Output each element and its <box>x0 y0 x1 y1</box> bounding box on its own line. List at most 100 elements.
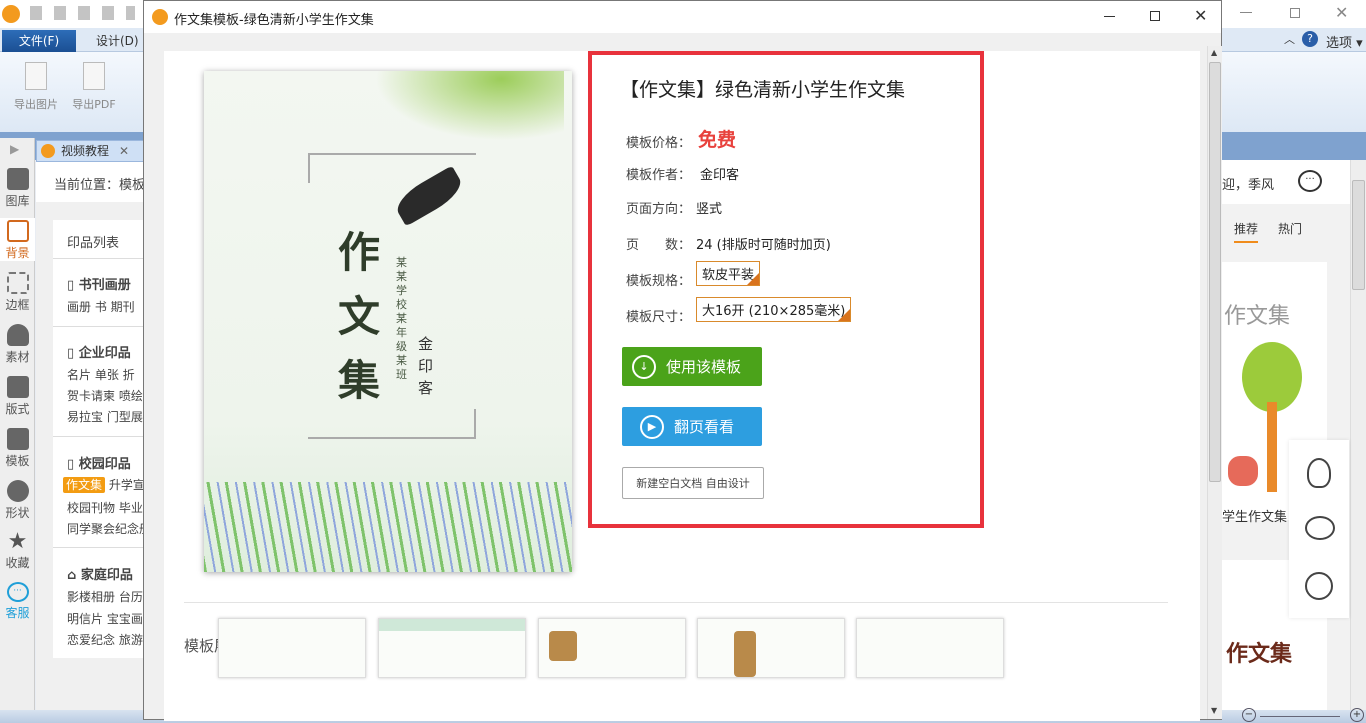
tab-recommended[interactable]: 推荐 <box>1234 220 1259 243</box>
export-image-button[interactable]: 导出图片 <box>8 60 64 112</box>
print-list-title: 印品列表 <box>67 236 120 251</box>
scroll-thumb[interactable] <box>1209 62 1221 482</box>
spec-option[interactable]: 软皮平装 <box>696 261 761 286</box>
section-books: ▯ 书刊画册 <box>67 278 131 293</box>
flip-preview-button[interactable]: ▶ 翻页看看 <box>622 407 762 446</box>
headset-icon[interactable] <box>1305 572 1333 600</box>
sidebar-label: 客服 <box>5 606 30 620</box>
sidebar-label: 素材 <box>5 350 30 364</box>
minimize-app-icon[interactable] <box>1240 12 1252 13</box>
sidebar-label: 图库 <box>5 194 30 208</box>
sidebar-label: 模板 <box>5 454 30 468</box>
sidebar-item-favorites[interactable]: ★ 收藏 <box>0 530 35 571</box>
showcase-thumbnail[interactable] <box>856 618 1004 678</box>
section-link[interactable]: 恋爱纪念 旅游 <box>67 631 143 648</box>
tag-composition-active[interactable]: 作文集 <box>63 477 106 493</box>
tab-popular[interactable]: 热门 <box>1278 220 1302 237</box>
sidebar-item-template[interactable]: 模板 <box>0 428 35 469</box>
sidebar-item-shape[interactable]: 形状 <box>0 480 35 521</box>
doc-tab-video-tutorial[interactable]: 视频教程 ✕ <box>36 140 144 162</box>
dialog-title-bar: 作文集模板-绿色清新小学生作文集 ✕ <box>144 1 1221 33</box>
sidebar-label: 收藏 <box>5 556 30 570</box>
star-icon: ★ <box>7 529 28 554</box>
sidebar-item-material[interactable]: 素材 <box>0 324 35 365</box>
section-link[interactable]: 同学聚会纪念册 <box>67 520 148 537</box>
current-location: 当前位置：模板 <box>36 162 146 202</box>
help-icon[interactable]: ? <box>1302 31 1318 47</box>
sidebar-label: 版式 <box>5 402 30 416</box>
welcome-text: 迎，季风 <box>1222 178 1275 193</box>
zoom-slider[interactable] <box>1260 716 1340 717</box>
image-file-icon <box>25 62 47 90</box>
zoom-in-icon[interactable]: + <box>1350 708 1364 722</box>
expand-icon[interactable]: ▶ <box>10 142 19 156</box>
use-template-label: 使用该模板 <box>666 358 742 376</box>
card-title: 作文集 <box>1226 642 1293 667</box>
print-list: 印品列表 ▯ 书刊画册 画册 书 期刊 ▯ 企业印品 名片 单张 折 贺卡请柬 … <box>53 220 148 658</box>
section-link[interactable]: 影楼相册 台历 <box>67 588 143 605</box>
border-icon <box>6 272 29 294</box>
close-app-icon[interactable]: ✕ <box>1335 3 1348 22</box>
divider <box>184 602 1168 603</box>
restore-app-icon[interactable] <box>1290 8 1300 18</box>
sidebar-item-layout[interactable]: 版式 <box>0 376 35 417</box>
wechat-icon[interactable] <box>1305 516 1335 540</box>
pages-value: 24 (排版时可随时加页) <box>696 238 831 253</box>
flip-preview-label: 翻页看看 <box>674 418 735 436</box>
maximize-icon[interactable] <box>1150 11 1160 21</box>
price-value: 免费 <box>698 129 737 151</box>
right-panel: 迎，季风 ··· 推荐 热门 作文集 学生作文集 作文集 <box>1222 160 1350 710</box>
showcase-thumbnail[interactable] <box>538 618 686 678</box>
section-link[interactable]: 明信片 宝宝画 <box>67 610 143 627</box>
showcase-thumbnail[interactable] <box>697 618 845 678</box>
spec-label: 模板规格： <box>626 274 692 289</box>
minimize-icon[interactable] <box>1104 16 1115 17</box>
tab-design[interactable]: 设计(D) <box>96 32 139 49</box>
template-info-highlight: 【作文集】绿色清新小学生作文集 模板价格： 免费 模板作者： 金印客 页面方向：… <box>588 51 984 528</box>
showcase-thumbnail[interactable] <box>218 618 366 678</box>
quick-access-icons[interactable] <box>30 6 135 20</box>
sidebar-item-background[interactable]: 背景 <box>0 218 35 261</box>
close-tab-icon[interactable]: ✕ <box>119 144 129 158</box>
sidebar-item-gallery[interactable]: 图库 <box>0 168 35 209</box>
sidebar-item-service[interactable]: ··· 客服 <box>0 582 35 621</box>
doc-tab-label: 视频教程 <box>61 144 110 158</box>
qq-icon[interactable] <box>1307 458 1331 488</box>
use-template-button[interactable]: ↓ 使用该模板 <box>622 347 762 386</box>
section-link[interactable]: 名片 单张 折 <box>67 366 135 383</box>
product-title: 【作文集】绿色清新小学生作文集 <box>620 79 906 101</box>
close-dialog-icon[interactable]: ✕ <box>1194 6 1207 25</box>
play-icon: ▶ <box>640 414 664 439</box>
options-label: 选项 <box>1326 36 1353 51</box>
section-link[interactable]: 作文集 升学宣 <box>63 476 145 493</box>
tab-file[interactable]: 文件(F) <box>2 30 76 52</box>
zoom-out-icon[interactable]: − <box>1242 708 1256 722</box>
template-icon <box>6 428 29 450</box>
options-menu[interactable]: 选项 ▾ <box>1326 32 1363 51</box>
section-link[interactable]: 易拉宝 门型展 <box>67 408 143 425</box>
flower-icon <box>6 324 29 346</box>
willow-illustration <box>354 71 564 151</box>
sidebar-item-border[interactable]: 边框 <box>0 272 35 313</box>
section-link[interactable]: 画册 书 期刊 <box>67 298 135 315</box>
template-cover-preview: 作文集 某某学校某年级某班 金印客 <box>204 71 572 572</box>
new-blank-doc-button[interactable]: 新建空白文档 自由设计 <box>622 467 764 499</box>
background-icon <box>6 220 29 242</box>
size-label: 模板尺寸： <box>626 310 692 325</box>
dialog-scrollbar[interactable]: ▲ ▼ <box>1207 46 1222 719</box>
grid-icon <box>6 376 29 398</box>
sidebar-label: 形状 <box>5 506 30 520</box>
grass-illustration <box>204 482 572 572</box>
section-campus: ▯ 校园印品 <box>67 457 131 472</box>
section-link[interactable]: 贺卡请柬 喷绘 <box>67 387 143 404</box>
export-pdf-button[interactable]: 导出PDF <box>66 60 122 112</box>
orientation-value: 竖式 <box>696 202 723 217</box>
card-caption: 学生作文集 <box>1222 510 1288 525</box>
dialog-title: 作文集模板-绿色清新小学生作文集 <box>174 13 374 28</box>
section-link[interactable]: 校园刊物 毕业 <box>67 499 143 516</box>
showcase-thumbnail[interactable] <box>378 618 526 678</box>
size-option[interactable]: 大16开 (210×285毫米) <box>696 297 852 322</box>
right-scrollbar[interactable] <box>1350 160 1366 710</box>
message-icon[interactable]: ··· <box>1298 170 1322 192</box>
collapse-ribbon-icon[interactable]: ︿ <box>1284 31 1295 47</box>
